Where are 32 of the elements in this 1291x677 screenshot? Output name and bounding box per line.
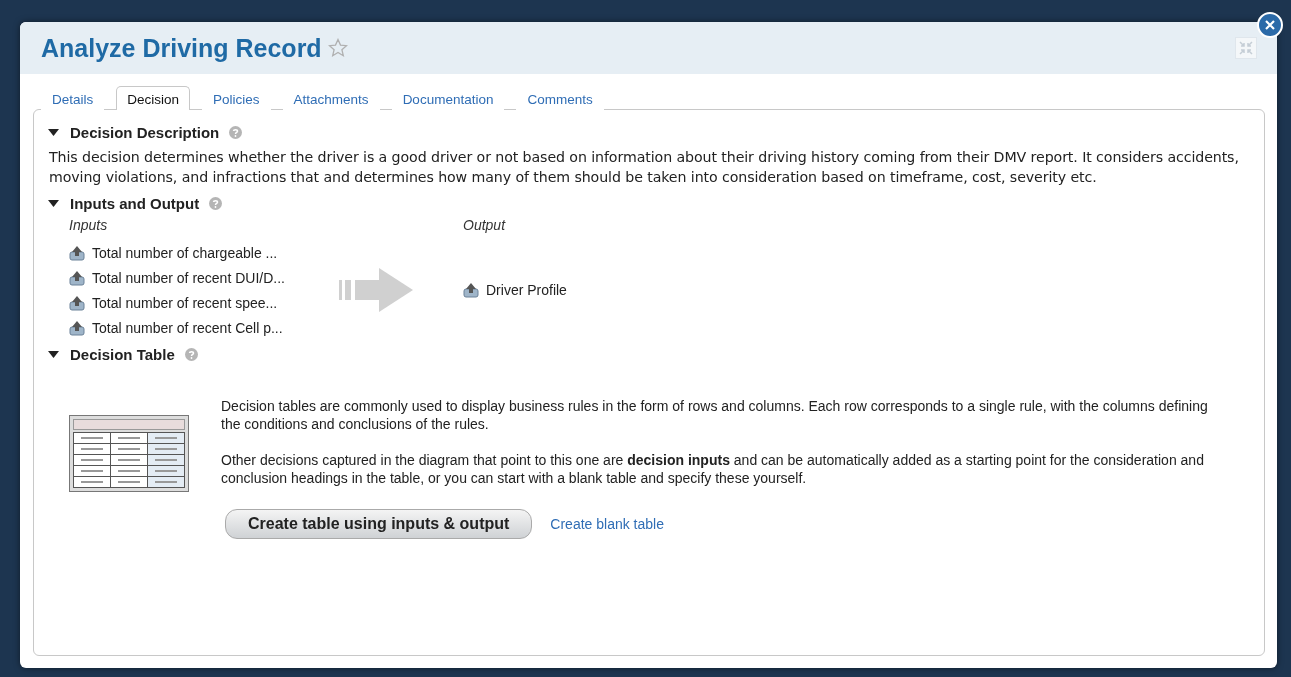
dialog-title: Analyze Driving Record: [41, 33, 322, 63]
close-icon: [1265, 20, 1275, 30]
star-icon[interactable]: [327, 38, 348, 58]
description-text: This decision determines whether the driver is a good driver or not based on information about their driving history coming from their DMV report. It considers accidents, moving violations, and infractions that and determines how many of them should be taken into consideration based on timeframe, cost, severity etc.: [49, 148, 1240, 187]
upload-icon: [463, 281, 479, 298]
input-item: Total number of recent spee...: [92, 295, 278, 311]
tab[interactable]: Decision: [116, 86, 191, 110]
create-blank-table-link[interactable]: Create blank table: [550, 516, 664, 532]
upload-icon: [69, 270, 85, 286]
arrow-icon: [339, 265, 415, 314]
create-table-button[interactable]: Create table using inputs & output: [225, 509, 533, 539]
upload-icon: [69, 320, 85, 336]
collapse-toggle[interactable]: [48, 197, 60, 210]
help-icon[interactable]: [209, 197, 223, 210]
help-icon[interactable]: [229, 126, 243, 139]
info-paragraph: Decision tables are commonly used to display business rules in the form of rows and columns. Each row corresponds to a single rule, with the columns defining the conditions and conclusions of the rules.: [221, 397, 1209, 433]
inputs-label: Inputs: [69, 217, 109, 233]
info-paragraph: Other decisions captured in the diagram that point to this one are decision inputs and can be automatically added as a starting point for the consideration and conclusion headings in the table, or you can start with a blank table and specify these yourself.: [221, 451, 1205, 487]
upload-icon: [69, 245, 85, 261]
input-item: Total number of chargeable ...: [92, 245, 278, 261]
section-heading: Decision Table: [70, 346, 175, 363]
close-button[interactable]: [1257, 12, 1283, 38]
section-heading: Decision Description: [70, 124, 220, 141]
collapse-toggle[interactable]: [48, 348, 60, 361]
collapse-toggle[interactable]: [48, 126, 60, 139]
output-item: Driver Profile: [486, 281, 567, 298]
section-heading: Inputs and Output: [70, 195, 200, 212]
upload-icon: [69, 295, 85, 311]
input-item: Total number of recent DUI/D...: [92, 270, 285, 286]
input-item: Total number of recent Cell p...: [92, 320, 283, 336]
help-icon[interactable]: [184, 348, 198, 361]
output-label: Output: [463, 217, 507, 233]
